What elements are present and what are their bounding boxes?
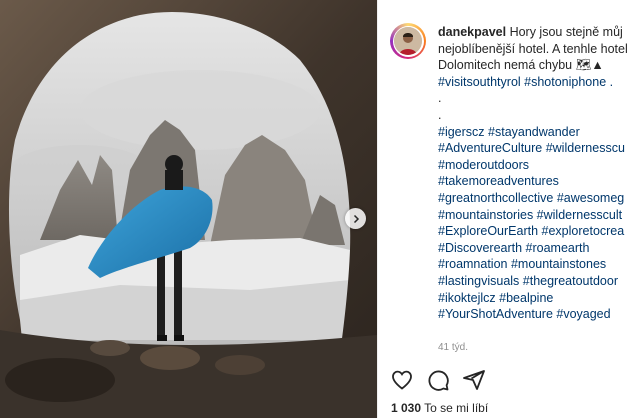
hashtag-line[interactable]: #ExploreOurEarth #exploretocrea — [438, 223, 629, 240]
comment-icon — [428, 370, 449, 391]
caption-dot: . — [438, 107, 442, 122]
post-timestamp[interactable]: 41 týd. — [438, 342, 468, 353]
post-actions — [390, 368, 486, 392]
post-caption: danekpavel Hory jsou stejně můj nejoblíb… — [438, 24, 629, 323]
avatar-image — [394, 27, 422, 55]
hashtag-line[interactable]: #roamnation #mountainstones — [438, 256, 629, 273]
comment-button[interactable] — [426, 368, 450, 392]
heart-icon — [392, 370, 412, 390]
hashtag-line[interactable]: #AdventureCulture #wildernesscu — [438, 140, 629, 157]
hashtag-line[interactable]: #Discoverearth #roamearth — [438, 240, 629, 257]
chevron-right-icon — [353, 214, 359, 223]
username-link[interactable]: danekpavel — [438, 25, 506, 39]
caption-text: Hory jsou stejně můj — [506, 25, 623, 39]
like-button[interactable] — [390, 368, 414, 392]
post-photo — [0, 0, 377, 418]
hashtag-line[interactable]: #greatnorthcollective #awesomeg — [438, 190, 629, 207]
avatar[interactable] — [390, 23, 426, 59]
hashtag-line[interactable]: #ikoktejlcz #bealpine — [438, 290, 629, 307]
hashtag-line[interactable]: #lastingvisuals #thegreatoutdoor — [438, 273, 629, 290]
post-comments-panel: danekpavel Hory jsou stejně můj nejoblíb… — [377, 0, 629, 418]
hashtag-line[interactable]: #takemoreadventures — [438, 173, 629, 190]
caption-line: Dolomitech nemá chybu 🗺▲ — [438, 58, 604, 73]
hashtag-line[interactable]: #visitsouthtyrol #shotoniphone . — [438, 74, 629, 91]
hashtag-line[interactable]: #mountainstories #wildernesscult — [438, 207, 629, 224]
next-photo-button[interactable] — [345, 208, 366, 229]
cave-mountain-image — [0, 0, 377, 418]
share-button[interactable] — [462, 368, 486, 392]
caption-line: danekpavel Hory jsou stejně můj — [438, 24, 629, 41]
caption-dot: . — [438, 91, 442, 106]
hashtag-line[interactable]: #moderoutdoors — [438, 157, 629, 174]
likes-count[interactable]: 1 030 To se mi líbí — [391, 401, 488, 415]
share-icon — [463, 370, 485, 390]
likes-number: 1 030 — [391, 401, 422, 415]
hashtag-line[interactable]: #YourShotAdventure #voyaged — [438, 306, 629, 323]
caption-line: nejoblíbenější hotel. A tenhle hotel v — [438, 41, 629, 56]
hashtag-line[interactable]: #igerscz #stayandwander — [438, 124, 629, 141]
likes-label: To se mi líbí — [421, 401, 489, 415]
